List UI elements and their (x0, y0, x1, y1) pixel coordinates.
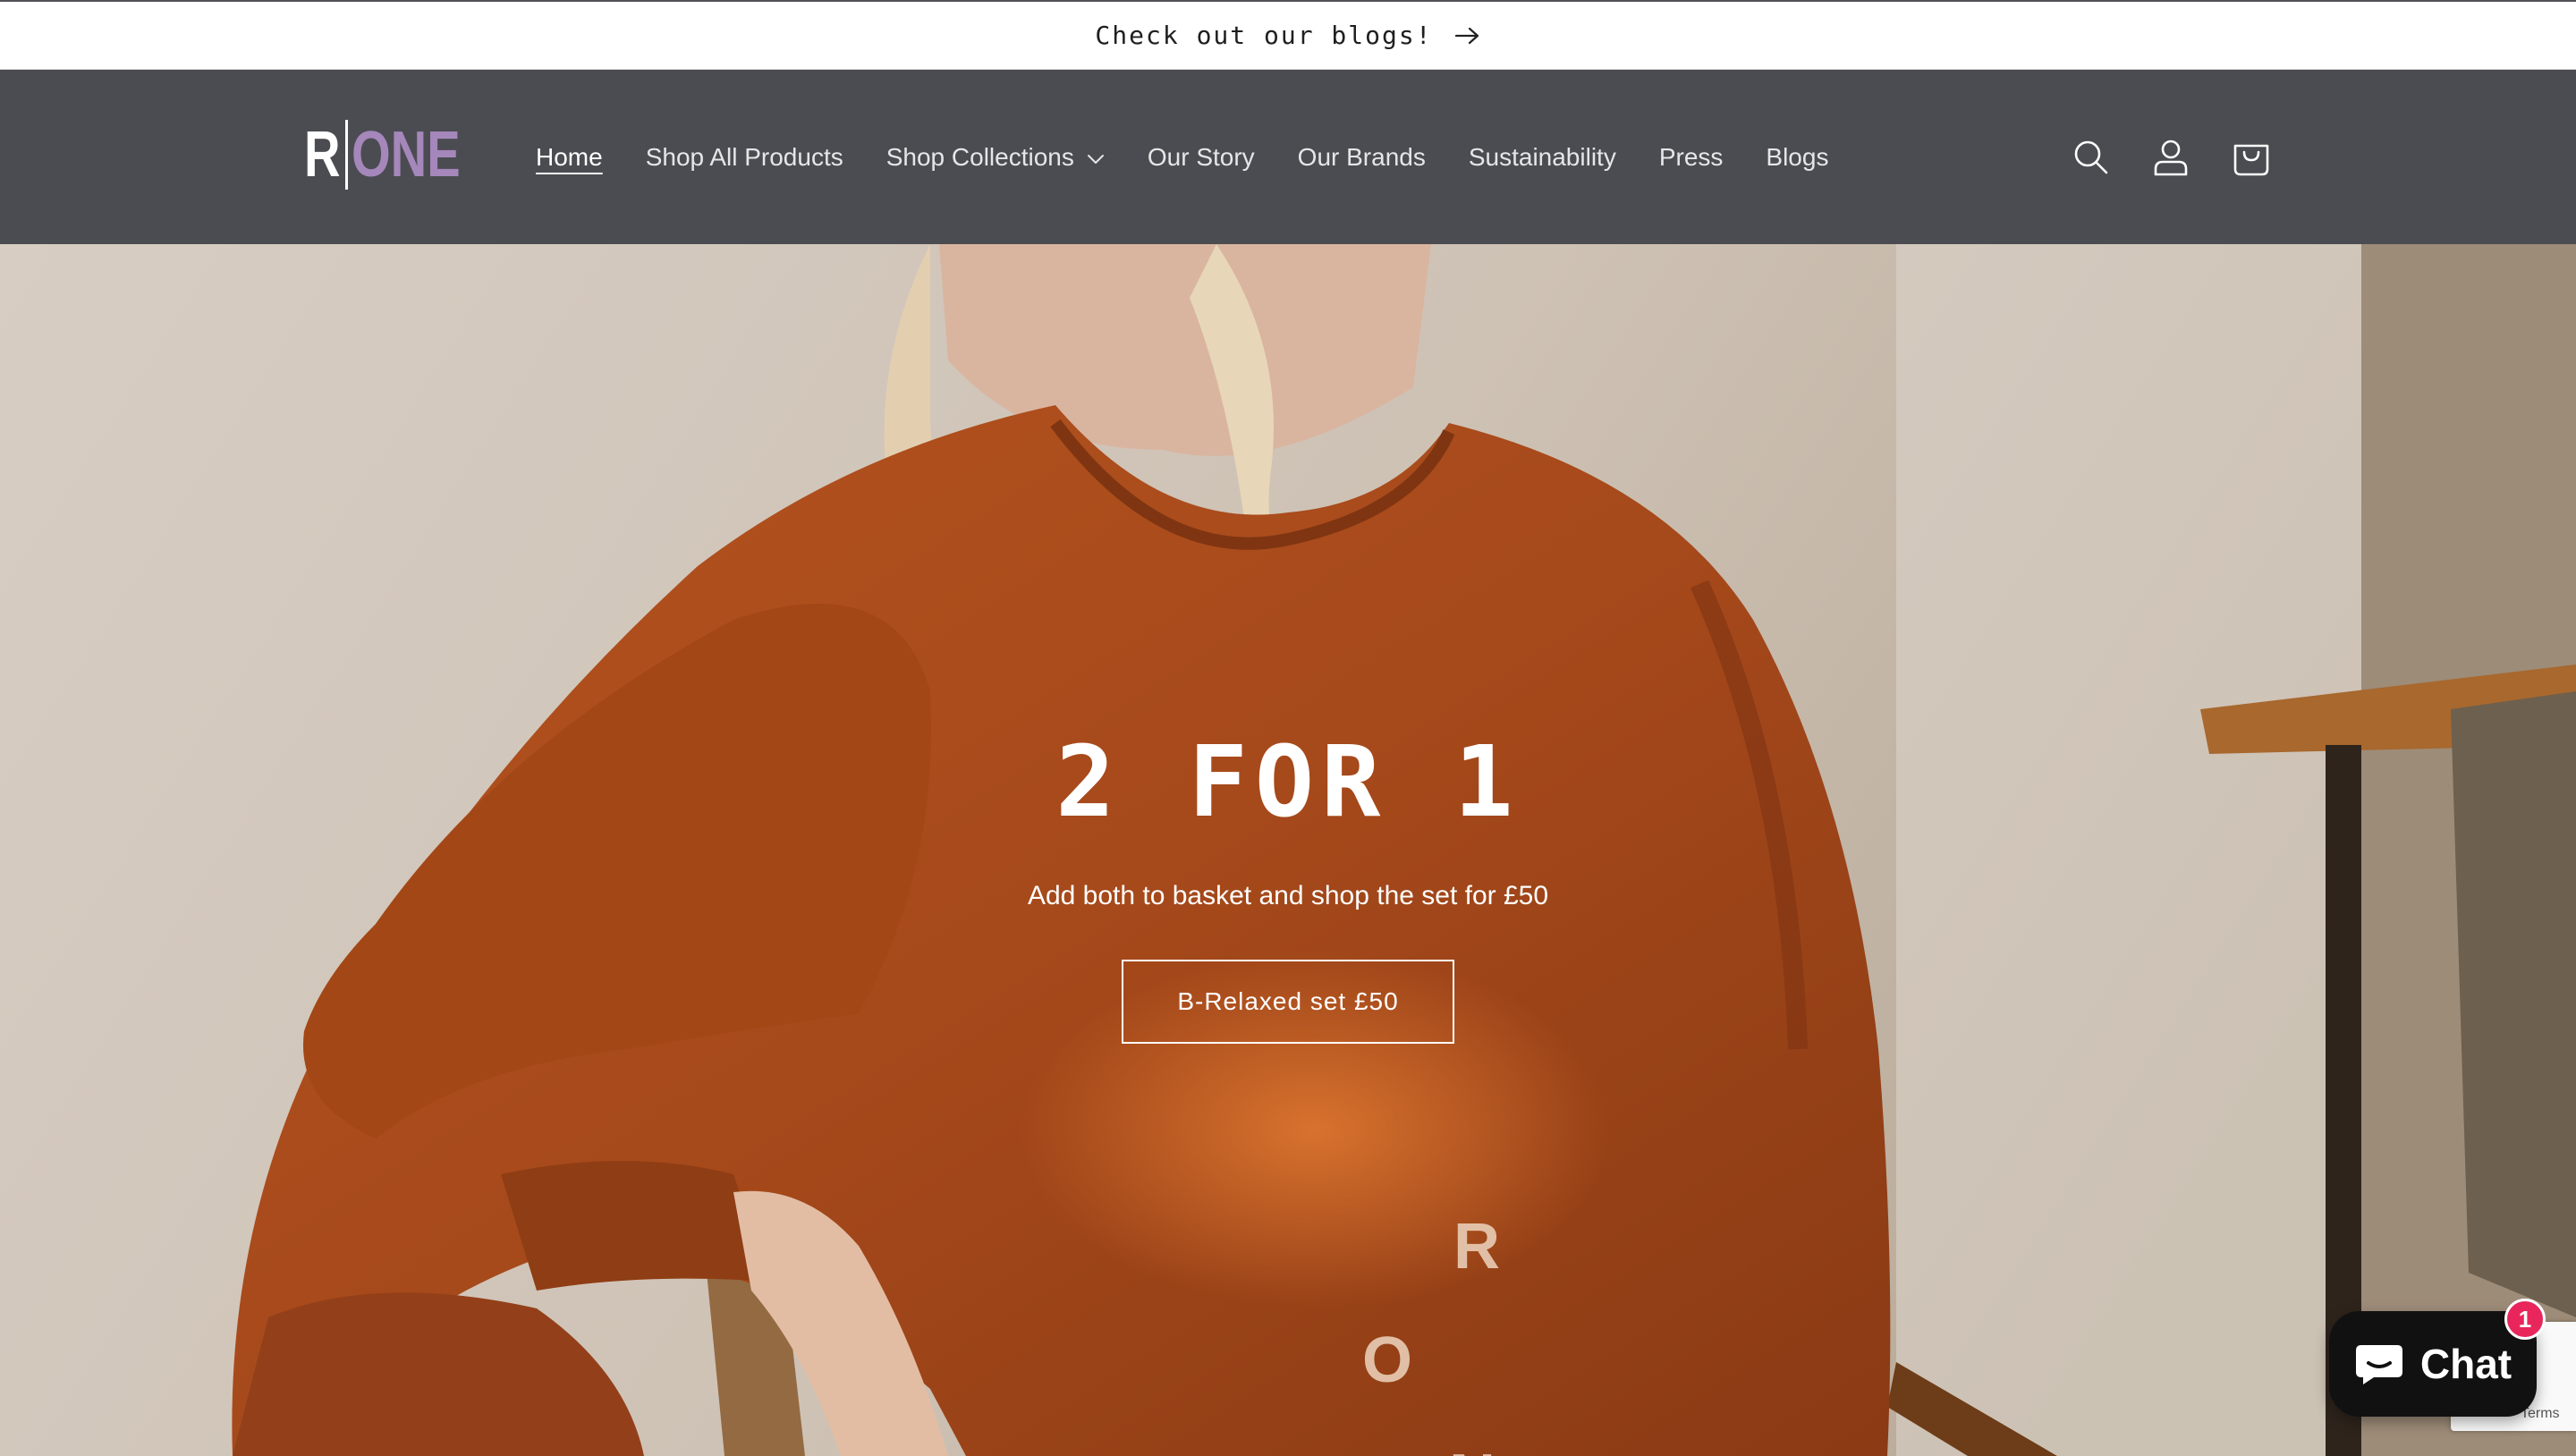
main-nav: Home Shop All Products Shop Collections … (536, 70, 1828, 244)
chat-bubble-icon (2355, 1345, 2402, 1384)
announcement-bar: Check out our blogs! (0, 0, 2576, 70)
logo-divider (345, 120, 348, 190)
site-header: R ONE Home Shop All Products Shop Collec… (0, 70, 2576, 244)
chat-notification-badge: 1 (2504, 1299, 2546, 1340)
svg-text:R: R (1453, 1211, 1500, 1282)
account-icon[interactable] (2152, 137, 2190, 178)
logo-word-one: ONE (352, 119, 461, 190)
nav-item-our-story[interactable]: Our Story (1148, 143, 1255, 172)
hero-banner: R O N 2 FOR 1 Add both to basket and sho… (0, 244, 2576, 1456)
svg-text:O: O (1362, 1325, 1412, 1396)
nav-item-our-brands[interactable]: Our Brands (1298, 143, 1426, 172)
search-icon[interactable] (2072, 137, 2109, 178)
chat-label: Chat (2419, 1341, 2512, 1387)
nav-item-shop-collections-label: Shop Collections (886, 142, 1074, 171)
announcement-text: Check out our blogs! (1095, 21, 1433, 50)
hero-image: R O N (0, 244, 2576, 1456)
site-logo[interactable]: R ONE (304, 114, 491, 195)
svg-text:N: N (1449, 1442, 1496, 1456)
nav-item-blogs[interactable]: Blogs (1766, 143, 1828, 172)
nav-item-shop-collections[interactable]: Shop Collections (886, 143, 1105, 172)
cart-icon[interactable] (2233, 137, 2270, 178)
nav-item-press[interactable]: Press (1659, 143, 1724, 172)
announcement-link[interactable]: Check out our blogs! (1095, 21, 1480, 50)
nav-item-shop-all-products[interactable]: Shop All Products (646, 143, 843, 172)
shop-set-button[interactable]: B-Relaxed set £50 (1122, 960, 1454, 1044)
nav-item-home[interactable]: Home (536, 143, 603, 172)
hero-subtitle: Add both to basket and shop the set for … (1027, 881, 1549, 910)
logo-letter-r: R (304, 119, 341, 190)
nav-item-sustainability[interactable]: Sustainability (1469, 143, 1616, 172)
header-icons (2072, 70, 2270, 244)
arrow-right-icon (1454, 27, 1479, 44)
chevron-down-icon (1087, 154, 1104, 164)
hero-title: 2 FOR 1 (1055, 724, 1521, 839)
